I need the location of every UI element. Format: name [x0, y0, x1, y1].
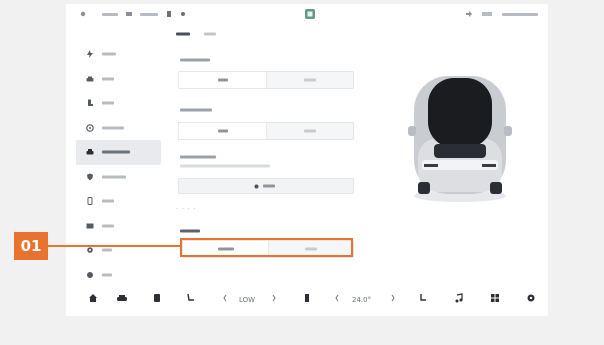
home-icon[interactable]	[88, 293, 98, 303]
tab-label-shape	[204, 32, 216, 36]
group3-description	[180, 164, 270, 170]
tab-bar	[176, 32, 354, 38]
sidebar-item-label	[102, 77, 114, 81]
car-icon	[86, 76, 94, 82]
option-label-shape	[217, 78, 228, 82]
group-label-shape	[180, 155, 216, 159]
sidebar-item-4[interactable]	[76, 116, 161, 141]
group1-segmented-control[interactable]	[178, 71, 354, 89]
app-icon[interactable]	[304, 8, 316, 20]
location-icon	[181, 12, 185, 16]
settings-sidebar	[76, 42, 161, 287]
sidebar-item-9[interactable]	[76, 238, 161, 263]
settings-content	[172, 32, 354, 38]
group2-label	[180, 108, 212, 114]
group4-label	[180, 229, 200, 235]
sidebar-item-label	[102, 199, 114, 203]
highlight-box	[180, 238, 353, 257]
group2-segmented-control[interactable]	[178, 122, 354, 140]
sidebar-item-label	[102, 126, 124, 130]
seat-heat-icon[interactable]	[152, 293, 162, 303]
car-front-icon	[86, 149, 94, 155]
group2-option-2[interactable]	[266, 123, 353, 139]
sidebar-item-label	[102, 175, 126, 179]
group1-label	[180, 58, 210, 64]
group3-action-button[interactable]	[178, 178, 354, 194]
bluetooth-icon	[167, 11, 171, 17]
volume-icon	[466, 11, 472, 17]
seat-icon	[88, 99, 93, 107]
sidebar-item-label	[102, 52, 116, 56]
sidebar-item-10[interactable]	[76, 263, 161, 288]
chevron-left-icon[interactable]	[334, 293, 340, 303]
grid-icon[interactable]	[490, 293, 500, 303]
car-icon[interactable]	[116, 293, 128, 303]
status-bar	[66, 4, 548, 26]
callout-line	[48, 245, 180, 247]
temperature-text: 24.0°	[352, 296, 372, 304]
section-divider: · · · ·	[176, 206, 197, 213]
group1-option-1[interactable]	[179, 72, 266, 88]
gear-icon	[87, 247, 93, 254]
sidebar-item-label	[102, 273, 112, 277]
status-bar-icon	[482, 12, 492, 16]
sidebar-item-1[interactable]	[76, 42, 161, 67]
infotainment-screen: · · · · LOW 24.0°	[66, 4, 548, 316]
car-top-view-illustration	[408, 76, 512, 202]
group-label-shape	[180, 229, 200, 233]
wifi-icon	[126, 12, 132, 16]
bolt-icon	[87, 50, 93, 59]
clock-icon	[502, 12, 538, 16]
sidebar-item-7[interactable]	[76, 189, 161, 214]
sidebar-item-label	[102, 101, 114, 105]
status-left	[80, 11, 186, 17]
tab-2[interactable]	[204, 32, 216, 38]
chevron-left-icon[interactable]	[222, 293, 228, 303]
sidebar-item-8[interactable]	[76, 214, 161, 239]
shield-icon	[87, 173, 93, 181]
sidebar-item-2[interactable]	[76, 67, 161, 92]
option-label-shape	[303, 129, 316, 133]
fan-icon[interactable]	[302, 293, 312, 303]
settings-icon[interactable]	[526, 293, 536, 303]
tab-label-shape	[176, 32, 190, 36]
sidebar-item-6[interactable]	[76, 165, 161, 190]
info-icon	[87, 271, 93, 278]
callout-number-badge: 01	[14, 232, 48, 260]
chevron-right-icon[interactable]	[390, 293, 396, 303]
group3-label	[180, 155, 216, 161]
option-label-shape	[217, 129, 228, 133]
wheel-icon	[86, 123, 94, 132]
sidebar-item-label	[102, 224, 114, 228]
music-icon[interactable]	[454, 293, 464, 303]
tab-1[interactable]	[176, 32, 190, 38]
chevron-right-icon[interactable]	[271, 293, 277, 303]
group-label-shape	[180, 108, 212, 112]
group2-option-1[interactable]	[179, 123, 266, 139]
group1-option-2[interactable]	[266, 72, 353, 88]
map-icon	[86, 223, 94, 229]
phone-icon	[87, 197, 93, 206]
sidebar-item-label	[102, 248, 112, 252]
option-label-shape	[303, 78, 316, 82]
signal-icon	[80, 11, 86, 17]
description-shape	[180, 164, 270, 168]
group-label-shape	[180, 58, 210, 62]
seat-recline-icon[interactable]	[186, 293, 196, 303]
status-bar-icon	[140, 12, 158, 16]
button-icon	[254, 184, 258, 188]
sidebar-item-5[interactable]	[76, 140, 161, 165]
status-bar-icon	[102, 12, 118, 16]
sidebar-item-3[interactable]	[76, 91, 161, 116]
fan-level-text: LOW	[239, 296, 256, 304]
status-right	[466, 11, 538, 17]
button-label-shape	[262, 184, 275, 188]
seat-icon[interactable]	[418, 293, 428, 303]
sidebar-item-label	[102, 150, 130, 154]
